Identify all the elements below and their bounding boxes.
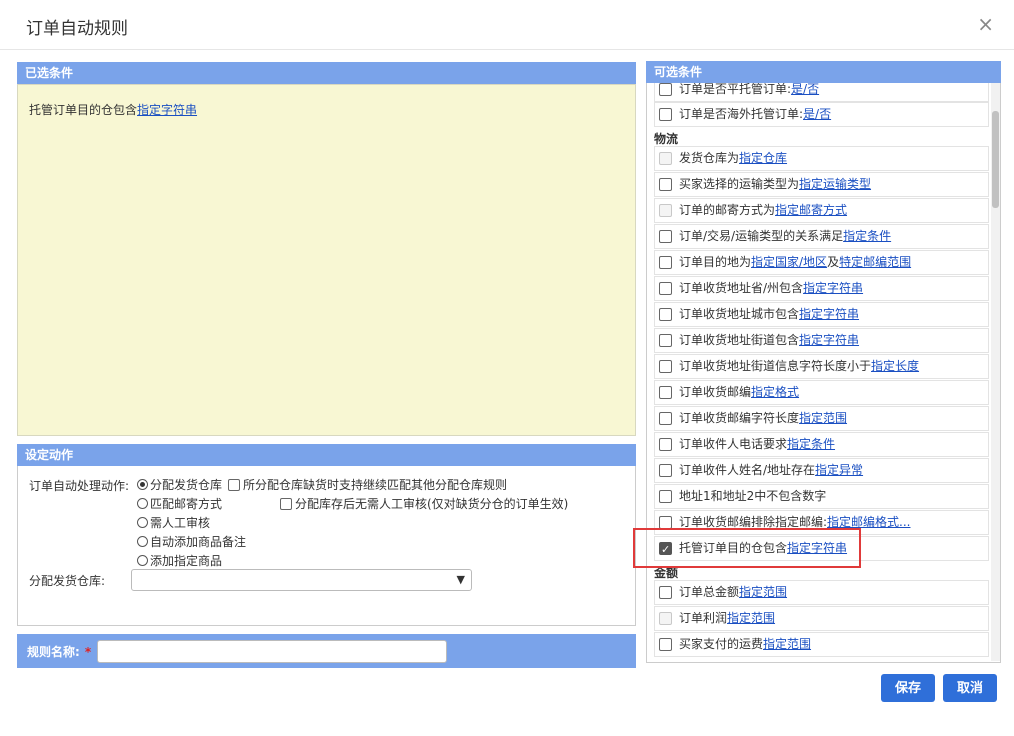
condition-row[interactable]: 订单收货地址省/州包含指定字符串 [654, 276, 989, 301]
condition-row[interactable]: 地址1和地址2中不包含数字 [654, 484, 989, 509]
group-title-logistics: 物流 [654, 132, 679, 146]
chevron-down-icon: ▼ [456, 573, 465, 586]
available-conditions-header: 可选条件 [646, 61, 1001, 83]
checkbox-icon[interactable] [659, 638, 672, 651]
condition-row[interactable]: 订单总金额指定范围 [654, 580, 989, 605]
condition-row[interactable]: 买家选择的运输类型为指定运输类型 [654, 172, 989, 197]
radio-icon[interactable] [137, 517, 148, 528]
checkbox-continue-matching[interactable]: 所分配仓库缺货时支持继续匹配其他分配仓库规则 [228, 476, 507, 493]
checkbox-icon[interactable] [228, 479, 240, 491]
checkbox-no-manual-review[interactable]: 分配库存后无需人工审核(仅对缺货分仓的订单生效) [280, 495, 568, 512]
checkbox-icon[interactable] [659, 282, 672, 295]
action-header: 设定动作 [17, 444, 636, 466]
checkbox-icon[interactable] [659, 230, 672, 243]
action-label: 订单自动处理动作: [29, 479, 130, 493]
checkbox-icon[interactable] [659, 308, 672, 321]
save-button[interactable]: 保存 [881, 674, 935, 702]
available-conditions-list: 订单是否平托管订单:是/否 订单是否海外托管订单:是/否 物流 发货仓库为指定仓… [646, 83, 1001, 663]
radio-add-product[interactable]: 添加指定商品 [137, 552, 222, 569]
checkbox-icon[interactable] [659, 490, 672, 503]
condition-row[interactable]: 订单/交易/运输类型的关系满足指定条件 [654, 224, 989, 249]
checkbox-icon[interactable] [659, 438, 672, 451]
checkbox-icon[interactable] [280, 498, 292, 510]
checkbox-icon [659, 612, 672, 625]
rule-name-bar: 规则名称: * [17, 634, 636, 668]
warehouse-label: 分配发货仓库: [29, 574, 106, 588]
selected-conditions-panel: 托管订单目的仓包含指定字符串 [17, 84, 636, 436]
selected-condition-text: 托管订单目的仓包含 [29, 103, 138, 117]
condition-row[interactable]: 买家支付的运费指定范围 [654, 632, 989, 657]
checkbox-icon[interactable] [659, 464, 672, 477]
dialog-titlebar: 订单自动规则 × [0, 0, 1014, 50]
highlight-annotation [633, 528, 861, 568]
radio-add-product-note[interactable]: 自动添加商品备注 [137, 533, 246, 550]
rule-name-label: 规则名称: * [27, 645, 92, 659]
condition-row[interactable]: 订单收货地址城市包含指定字符串 [654, 302, 989, 327]
condition-row[interactable]: 订单收货地址街道信息字符长度小于指定长度 [654, 354, 989, 379]
radio-assign-warehouse[interactable]: 分配发货仓库 [137, 476, 222, 493]
radio-manual-review[interactable]: 需人工审核 [137, 514, 210, 531]
condition-row[interactable]: 订单收货邮编字符长度指定范围 [654, 406, 989, 431]
checkbox-icon[interactable] [659, 108, 672, 121]
condition-row[interactable]: 订单收货地址街道包含指定字符串 [654, 328, 989, 353]
condition-row[interactable]: 订单是否平托管订单:是/否 [654, 83, 989, 102]
condition-row[interactable]: 订单的邮寄方式为指定邮寄方式 [654, 198, 989, 223]
dialog-title: 订单自动规则 [26, 19, 128, 39]
warehouse-select[interactable]: ▼ [131, 569, 472, 591]
checkbox-icon[interactable] [659, 360, 672, 373]
action-panel: 订单自动处理动作: 分配发货仓库 所分配仓库缺货时支持继续匹配其他分配仓库规则 … [17, 466, 636, 626]
radio-selected-icon[interactable] [137, 479, 148, 490]
radio-icon[interactable] [137, 536, 148, 547]
checkbox-icon[interactable] [659, 178, 672, 191]
condition-row[interactable]: 发货仓库为指定仓库 [654, 146, 989, 171]
checkbox-icon[interactable] [659, 586, 672, 599]
checkbox-icon[interactable] [659, 256, 672, 269]
close-icon[interactable]: × [977, 13, 994, 35]
checkbox-icon [659, 152, 672, 165]
checkbox-icon[interactable] [659, 334, 672, 347]
selected-condition-link[interactable]: 指定字符串 [137, 103, 197, 117]
condition-row[interactable]: 订单收货邮编指定格式 [654, 380, 989, 405]
checkbox-icon[interactable] [659, 412, 672, 425]
checkbox-icon [659, 204, 672, 217]
condition-row[interactable]: 订单利润指定范围 [654, 606, 989, 631]
checkbox-icon[interactable] [659, 83, 672, 96]
radio-match-shipping[interactable]: 匹配邮寄方式 [137, 495, 222, 512]
radio-icon[interactable] [137, 498, 148, 509]
cancel-button[interactable]: 取消 [943, 674, 997, 702]
selected-conditions-header: 已选条件 [17, 62, 636, 84]
rule-name-input[interactable] [97, 640, 447, 663]
checkbox-icon[interactable] [659, 386, 672, 399]
condition-row[interactable]: 订单收件人电话要求指定条件 [654, 432, 989, 457]
scrollbar-track[interactable] [991, 83, 1000, 661]
radio-icon[interactable] [137, 555, 148, 566]
condition-row[interactable]: 订单收件人姓名/地址存在指定异常 [654, 458, 989, 483]
condition-row[interactable]: 订单目的地为指定国家/地区及特定邮编范围 [654, 250, 989, 275]
scrollbar-thumb[interactable] [992, 111, 999, 208]
condition-row[interactable]: 订单是否海外托管订单:是/否 [654, 102, 989, 127]
